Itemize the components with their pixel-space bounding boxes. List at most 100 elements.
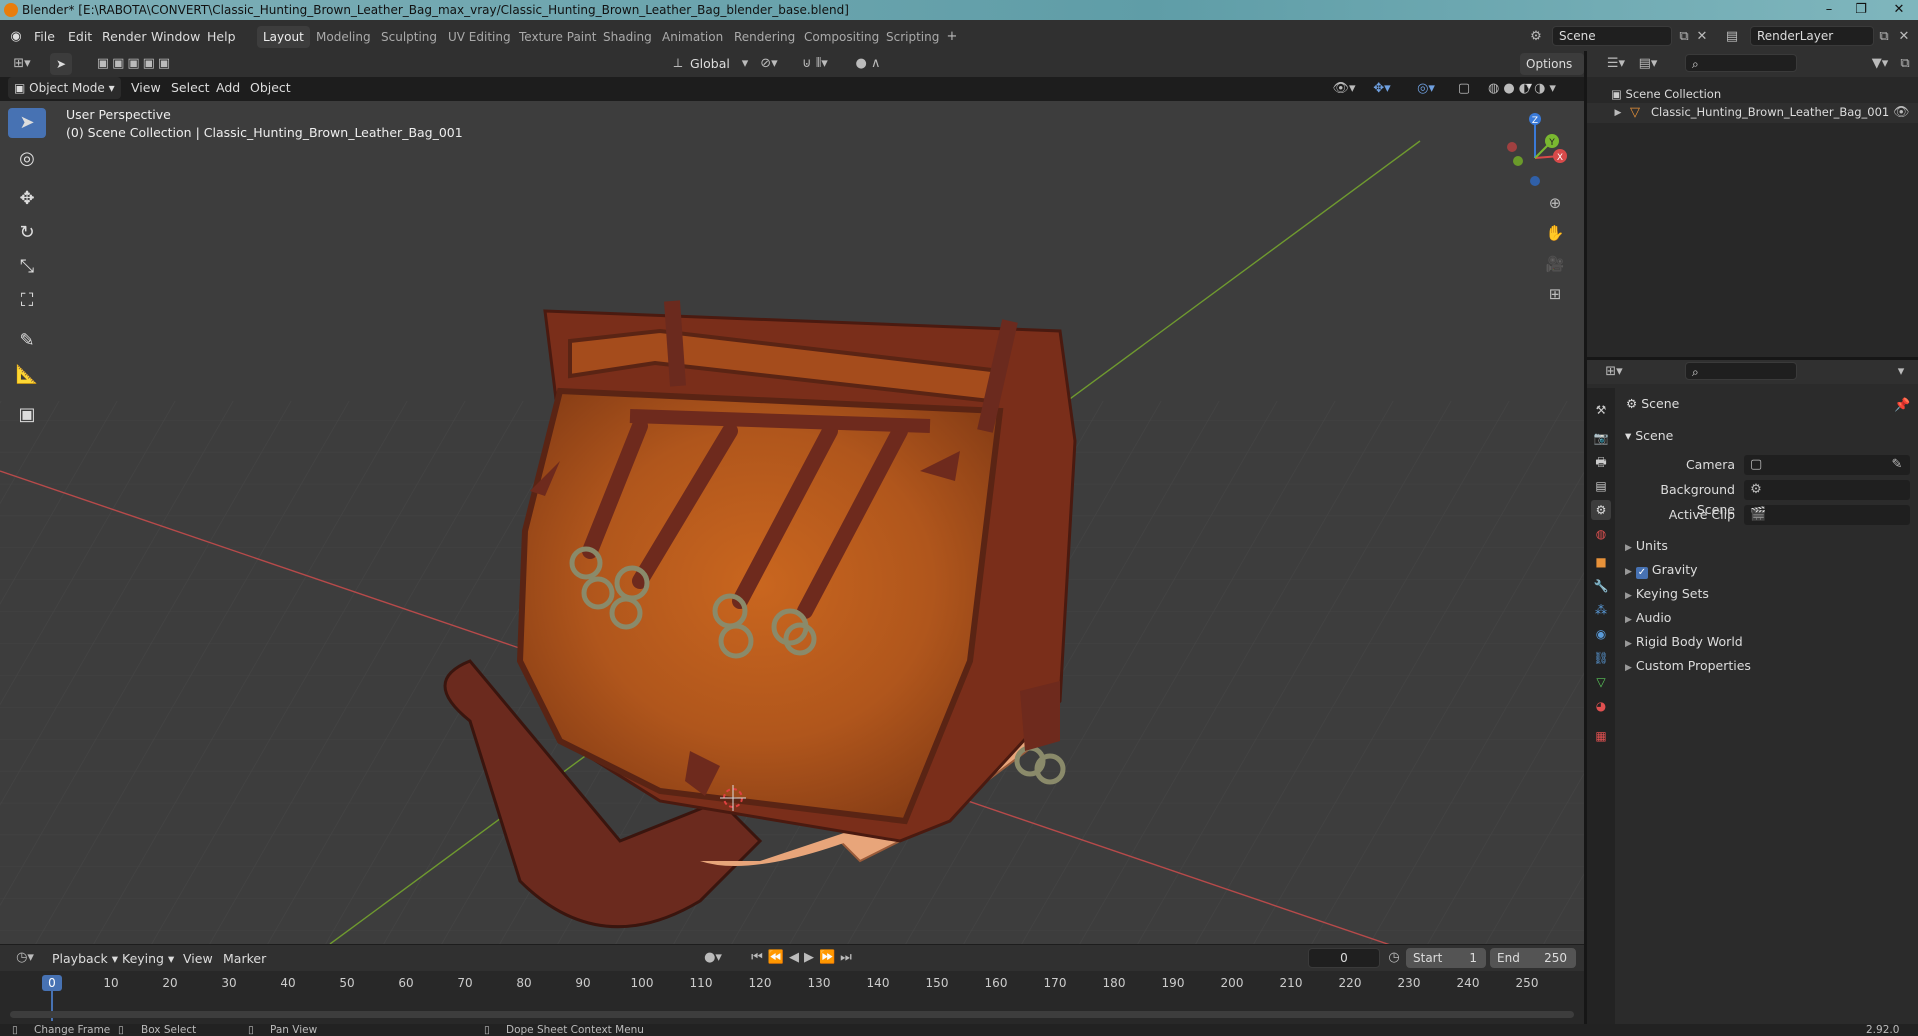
units-section[interactable]: ▶ Units <box>1625 536 1668 556</box>
tab-uv-editing[interactable]: UV Editing <box>442 26 517 48</box>
outliner-editor-icon[interactable]: ☰▾ <box>1603 56 1629 72</box>
active-clip-field[interactable]: 🎬 <box>1744 505 1910 525</box>
scene-tab-icon[interactable]: ⚙ <box>1591 500 1611 520</box>
select-box-tool-icon[interactable]: ➤ <box>8 108 46 138</box>
tab-compositing[interactable]: Compositing <box>798 26 885 48</box>
timeline-menu-view[interactable]: View <box>183 949 213 969</box>
camera-view-icon[interactable]: 🎥 <box>1544 256 1566 272</box>
gravity-checkbox[interactable]: ✓ <box>1635 567 1648 579</box>
playback-controls-icons[interactable]: ⏮⏪◀▶⏩⏭ <box>746 950 862 966</box>
overlays-icon[interactable]: ◎▾ <box>1412 81 1440 97</box>
pan-hand-icon[interactable]: ✋ <box>1544 225 1566 241</box>
scene-panel-header[interactable]: ▾ Scene <box>1625 426 1673 446</box>
scene-selector[interactable]: Scene <box>1552 26 1672 46</box>
viewport-menu-object[interactable]: Object <box>250 78 291 98</box>
zoom-icon[interactable]: ⊕ <box>1544 195 1566 211</box>
scene-icon[interactable]: ⚙ <box>1526 29 1546 45</box>
viewport-menu-select[interactable]: Select <box>171 78 210 98</box>
properties-options-icon[interactable]: ▾ <box>1893 364 1909 380</box>
tab-shading[interactable]: Shading <box>597 26 658 48</box>
display-mode-icon[interactable]: ▤▾ <box>1635 56 1661 72</box>
data-tab-icon[interactable]: ▽ <box>1591 672 1611 692</box>
blender-logo-icon[interactable]: ◉ <box>8 29 24 45</box>
timeline-editor-icon[interactable]: ◷▾ <box>12 950 38 966</box>
tool-select-icon[interactable]: ➤ <box>50 53 72 75</box>
tab-sculpting[interactable]: Sculpting <box>375 26 443 48</box>
pin-icon[interactable]: 📌 <box>1894 398 1910 414</box>
viewport-menu-view[interactable]: View <box>131 78 161 98</box>
start-frame-field[interactable]: Start 1 <box>1406 948 1486 968</box>
camera-field[interactable]: ▢ ✎ <box>1744 455 1910 475</box>
new-renderlayer-icon[interactable]: ⧉ <box>1876 29 1892 45</box>
expand-arrow-icon[interactable]: ▶ <box>1613 105 1623 121</box>
physics-tab-icon[interactable]: ◉ <box>1591 624 1611 644</box>
tab-layout[interactable]: Layout <box>257 26 310 48</box>
xray-icon[interactable]: ▢ <box>1456 81 1472 97</box>
view-layer-tab-icon[interactable]: ▤ <box>1591 476 1611 496</box>
add-cube-tool-icon[interactable]: ▣ <box>8 400 46 430</box>
snap-icon[interactable]: ⊍ ⫴▾ <box>790 56 840 72</box>
tab-texture-paint[interactable]: Texture Paint <box>513 26 602 48</box>
background-scene-field[interactable]: ⚙ <box>1744 480 1910 500</box>
menu-render[interactable]: Render <box>102 27 147 47</box>
new-collection-icon[interactable]: ⧉ <box>1897 56 1913 72</box>
maximize-button[interactable]: ❐ <box>1846 0 1876 20</box>
tab-scripting[interactable]: Scripting <box>880 26 945 48</box>
menu-edit[interactable]: Edit <box>68 27 92 47</box>
constraints-tab-icon[interactable]: ⛓ <box>1591 648 1611 668</box>
menu-file[interactable]: File <box>34 27 55 47</box>
texture-tab-icon[interactable]: ▦ <box>1591 726 1611 746</box>
editor-type-icon[interactable]: ⊞▾ <box>10 56 34 72</box>
timeline-menu-keying[interactable]: Keying ▾ <box>122 949 174 969</box>
outliner-row-bag[interactable]: ▶ ▽ Classic_Hunting_Brown_Leather_Bag_00… <box>1587 103 1918 123</box>
orientation-dropdown[interactable]: Global <box>690 54 730 74</box>
add-workspace-icon[interactable]: + <box>944 29 960 45</box>
close-button[interactable]: ✕ <box>1880 0 1918 20</box>
eye-visibility-icon[interactable]: 👁 <box>1893 105 1910 121</box>
particles-tab-icon[interactable]: ⁂ <box>1591 600 1611 620</box>
record-icon[interactable]: ●▾ <box>700 950 726 966</box>
tab-animation[interactable]: Animation <box>656 26 729 48</box>
world-tab-icon[interactable]: ◍ <box>1591 524 1611 544</box>
custom-properties-section[interactable]: ▶ Custom Properties <box>1625 656 1751 676</box>
transform-tool-icon[interactable]: ⛶ <box>8 286 46 316</box>
timeline-menu-playback[interactable]: Playback ▾ <box>52 949 118 969</box>
new-scene-icon[interactable]: ⧉ <box>1676 29 1692 45</box>
3d-viewport[interactable]: Z X Y User Perspective (0) Scene Collect… <box>0 101 1584 944</box>
render-tab-icon[interactable]: 📷 <box>1591 428 1611 448</box>
menu-window[interactable]: Window <box>151 27 200 47</box>
options-button[interactable]: Options ▾ <box>1520 53 1584 93</box>
visibility-icon[interactable]: 👁▾ <box>1330 81 1358 97</box>
renderlayer-selector[interactable]: RenderLayer <box>1750 26 1874 46</box>
viewport-menu-add[interactable]: Add <box>216 78 240 98</box>
current-frame-field[interactable]: 0 <box>1308 948 1380 968</box>
tab-rendering[interactable]: Rendering <box>728 26 801 48</box>
end-frame-field[interactable]: End 250 <box>1490 948 1576 968</box>
tool-tab-icon[interactable]: ⚒ <box>1591 400 1611 420</box>
minimize-button[interactable]: – <box>1814 0 1844 20</box>
keying-sets-section[interactable]: ▶ Keying Sets <box>1625 584 1709 604</box>
eyedropper-icon[interactable]: ✎ <box>1890 457 1904 473</box>
audio-section[interactable]: ▶ Audio <box>1625 608 1671 628</box>
scale-tool-icon[interactable]: ⤡ <box>8 252 46 282</box>
move-tool-icon[interactable]: ✥ <box>8 184 46 214</box>
cursor-tool-icon[interactable]: ◎ <box>8 144 46 174</box>
renderlayer-icon[interactable]: ▤ <box>1722 29 1742 45</box>
object-tab-icon[interactable]: ■ <box>1591 552 1611 572</box>
object-mode-dropdown[interactable]: ▣ Object Mode ▾ <box>8 77 121 99</box>
timeline-ruler[interactable]: 0 10 20 30 40 50 60 70 80 90 100 110 120 130 140 150 160… <box>0 971 1584 1024</box>
filter-icon[interactable]: ▼▾ <box>1867 56 1893 72</box>
selection-mode-icons[interactable]: ▣▣▣▣▣ <box>90 56 180 72</box>
material-tab-icon[interactable]: ◕ <box>1591 696 1611 716</box>
measure-tool-icon[interactable]: 📐 <box>8 360 46 390</box>
shading-mode-icons[interactable]: ◍●◐◑▾ <box>1482 81 1566 97</box>
delete-scene-icon[interactable]: ✕ <box>1694 29 1710 45</box>
gizmo-toggle-icon[interactable]: ✥▾ <box>1368 81 1396 97</box>
annotate-tool-icon[interactable]: ✎ <box>8 326 46 356</box>
menu-help[interactable]: Help <box>207 27 236 47</box>
scene-collection-row[interactable]: ▣ Scene Collection <box>1611 85 1721 103</box>
clock-icon[interactable]: ◷ <box>1386 950 1402 966</box>
outliner-search-input[interactable]: ⌕ <box>1685 54 1797 72</box>
timeline-scrollbar[interactable] <box>10 1011 1574 1018</box>
timeline-menu-marker[interactable]: Marker <box>223 949 266 969</box>
